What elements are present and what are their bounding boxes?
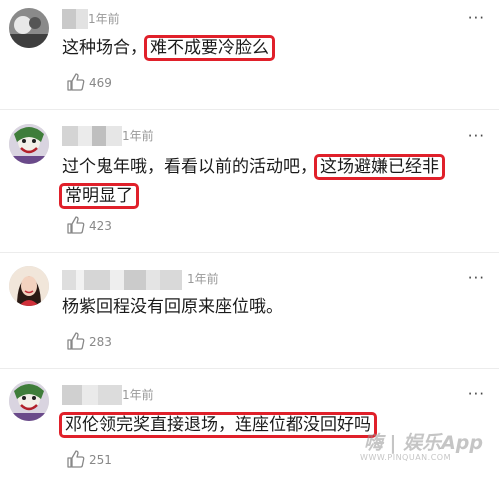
comment-time: 1年前 [122,129,154,143]
like-button[interactable]: 251 [66,449,126,469]
comment-text-plain: 过个鬼年哦，看看以前的活动吧， [62,157,317,177]
like-count: 283 [89,335,112,349]
comment-time: 1年前 [122,388,154,402]
username-blurred[interactable] [62,385,122,405]
divider [0,252,499,253]
avatar[interactable] [9,381,49,421]
divider [0,368,499,369]
like-button[interactable]: 469 [66,72,126,92]
username-blurred[interactable] [62,270,182,290]
comment-text-plain: 这种场合， [62,38,147,58]
comment-time: 1年前 [88,12,120,26]
comment-text: 邓伦领完奖直接退场，连座位都没回好吗 [59,410,377,440]
more-options-icon[interactable]: ··· [468,11,485,26]
comment-time: 1年前 [187,272,219,286]
highlighted-phrase: 难不成要冷脸么 [144,35,275,61]
highlighted-phrase: 邓伦领完奖直接退场，连座位都没回好吗 [59,412,377,438]
comment-text: 这种场合， 难不成要冷脸么 [62,33,275,63]
avatar[interactable] [9,266,49,306]
like-button[interactable]: 423 [66,215,126,235]
avatar[interactable] [9,8,49,48]
like-count: 251 [89,453,112,467]
comment-text-line-1: 过个鬼年哦，看看以前的活动吧， 这场避嫌已经非 [62,152,445,182]
thumbs-up-icon [67,332,85,350]
username-blurred[interactable] [62,9,88,29]
thumbs-up-icon [67,450,85,468]
divider [0,109,499,110]
thumbs-up-icon [67,216,85,234]
more-options-icon[interactable]: ··· [468,387,485,402]
comment-text-line-2: 常明显了 [59,181,139,211]
username-blurred[interactable] [62,126,122,146]
like-count: 469 [89,76,112,90]
watermark-url: WWW.PINQUAN.COM [360,453,451,462]
avatar[interactable] [9,124,49,164]
highlighted-phrase: 这场避嫌已经非 [314,154,445,180]
comment-text-plain: 杨紫回程没有回原来座位哦。 [62,297,283,317]
thumbs-up-icon [67,73,85,91]
highlighted-phrase: 常明显了 [59,183,139,209]
more-options-icon[interactable]: ··· [468,271,485,286]
comment-text: 杨紫回程没有回原来座位哦。 [62,292,283,322]
watermark-logo: 嗨 | 娱乐App [363,432,483,454]
like-count: 423 [89,219,112,233]
like-button[interactable]: 283 [66,331,126,351]
more-options-icon[interactable]: ··· [468,129,485,144]
